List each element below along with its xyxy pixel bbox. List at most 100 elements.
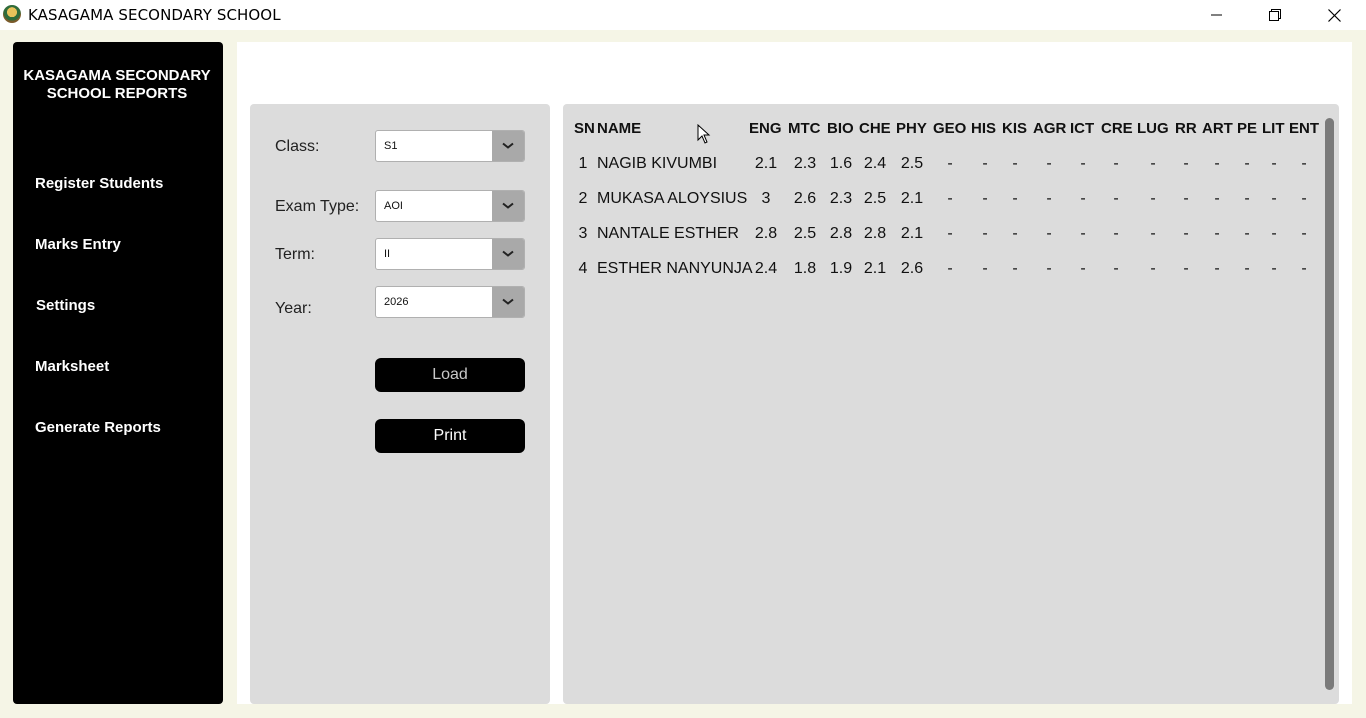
column-header-agr: AGR (1033, 120, 1067, 137)
close-icon (1327, 8, 1341, 22)
title-bar: KASAGAMA SECONDARY SCHOOL (0, 0, 1366, 30)
sidebar-item-marks-entry[interactable]: Marks Entry (35, 236, 121, 253)
mark-cell-eng[interactable]: 2.8 (755, 225, 777, 243)
load-button[interactable]: Load (375, 358, 525, 392)
mark-cell-pe[interactable]: - (1244, 225, 1249, 243)
mark-cell-che[interactable]: 2.4 (864, 155, 886, 173)
mark-cell-pe[interactable]: - (1244, 155, 1249, 173)
column-header-bio: BIO (827, 120, 854, 137)
student-name-cell[interactable]: MUKASA ALOYSIUS (597, 190, 747, 208)
mark-cell-art[interactable]: - (1214, 155, 1219, 173)
mark-cell-lit[interactable]: - (1271, 190, 1276, 208)
mark-cell-phy[interactable]: 2.1 (901, 190, 923, 208)
mark-cell-geo[interactable]: - (947, 190, 952, 208)
class-select[interactable]: S1 (375, 130, 525, 162)
mark-cell-ict[interactable]: - (1080, 225, 1085, 243)
exam-type-select[interactable]: AOI (375, 190, 525, 222)
sidebar-item-marksheet[interactable]: Marksheet (35, 358, 109, 375)
column-header-rr: RR (1175, 120, 1197, 137)
mark-cell-phy[interactable]: 2.5 (901, 155, 923, 173)
mark-cell-lug[interactable]: - (1150, 190, 1155, 208)
mark-cell-ent[interactable]: - (1301, 260, 1306, 278)
mark-cell-bio[interactable]: 1.6 (830, 155, 852, 173)
mark-cell-art[interactable]: - (1214, 190, 1219, 208)
mark-cell-mtc[interactable]: 2.3 (794, 155, 816, 173)
term-select[interactable]: II (375, 238, 525, 270)
restore-button[interactable] (1246, 0, 1304, 30)
mark-cell-lit[interactable]: - (1271, 260, 1276, 278)
mark-cell-bio[interactable]: 1.9 (830, 260, 852, 278)
sidebar-item-settings[interactable]: Settings (36, 297, 95, 314)
mark-cell-ent[interactable]: - (1301, 225, 1306, 243)
mark-cell-rr[interactable]: - (1183, 190, 1188, 208)
column-header-eng: ENG (749, 120, 782, 137)
mark-cell-his[interactable]: - (982, 190, 987, 208)
mark-cell-agr[interactable]: - (1046, 260, 1051, 278)
mark-cell-ent[interactable]: - (1301, 155, 1306, 173)
mark-cell-rr[interactable]: - (1183, 260, 1188, 278)
student-name-cell[interactable]: ESTHER NANYUNJA (597, 260, 753, 278)
mark-cell-lit[interactable]: - (1271, 155, 1276, 173)
window-title: KASAGAMA SECONDARY SCHOOL (28, 6, 281, 24)
mark-cell-pe[interactable]: - (1244, 190, 1249, 208)
mark-cell-lug[interactable]: - (1150, 225, 1155, 243)
mark-cell-kis[interactable]: - (1012, 260, 1017, 278)
mark-cell-lug[interactable]: - (1150, 260, 1155, 278)
mark-cell-kis[interactable]: - (1012, 190, 1017, 208)
chevron-down-icon[interactable] (492, 131, 524, 161)
mark-cell-che[interactable]: 2.1 (864, 260, 886, 278)
mark-cell-che[interactable]: 2.8 (864, 225, 886, 243)
print-button[interactable]: Print (375, 419, 525, 453)
year-select[interactable]: 2026 (375, 286, 525, 318)
mark-cell-bio[interactable]: 2.3 (830, 190, 852, 208)
mark-cell-pe[interactable]: - (1244, 260, 1249, 278)
mark-cell-cre[interactable]: - (1113, 225, 1118, 243)
mark-cell-ict[interactable]: - (1080, 260, 1085, 278)
mark-cell-his[interactable]: - (982, 260, 987, 278)
mark-cell-kis[interactable]: - (1012, 225, 1017, 243)
mark-cell-art[interactable]: - (1214, 260, 1219, 278)
sidebar-item-generate-reports[interactable]: Generate Reports (35, 419, 161, 436)
mark-cell-eng[interactable]: 2.1 (755, 155, 777, 173)
mark-cell-eng[interactable]: 3 (762, 190, 771, 208)
mark-cell-agr[interactable]: - (1046, 225, 1051, 243)
mark-cell-mtc[interactable]: 2.5 (794, 225, 816, 243)
mark-cell-kis[interactable]: - (1012, 155, 1017, 173)
mark-cell-che[interactable]: 2.5 (864, 190, 886, 208)
mark-cell-geo[interactable]: - (947, 225, 952, 243)
column-header-kis: KIS (1002, 120, 1028, 137)
chevron-down-icon[interactable] (492, 287, 524, 317)
vertical-scrollbar[interactable] (1325, 118, 1334, 690)
sidebar-item-register-students[interactable]: Register Students (35, 175, 163, 192)
mark-cell-eng[interactable]: 2.4 (755, 260, 777, 278)
mark-cell-mtc[interactable]: 1.8 (794, 260, 816, 278)
student-name-cell[interactable]: NAGIB KIVUMBI (597, 155, 717, 173)
chevron-down-icon[interactable] (492, 191, 524, 221)
mark-cell-his[interactable]: - (982, 225, 987, 243)
mark-cell-art[interactable]: - (1214, 225, 1219, 243)
mark-cell-rr[interactable]: - (1183, 225, 1188, 243)
mark-cell-ict[interactable]: - (1080, 155, 1085, 173)
mark-cell-rr[interactable]: - (1183, 155, 1188, 173)
mark-cell-ict[interactable]: - (1080, 190, 1085, 208)
mark-cell-bio[interactable]: 2.8 (830, 225, 852, 243)
mark-cell-lit[interactable]: - (1271, 225, 1276, 243)
mark-cell-phy[interactable]: 2.1 (901, 225, 923, 243)
mark-cell-geo[interactable]: - (947, 155, 952, 173)
row-serial-number: 2 (578, 190, 588, 207)
mark-cell-cre[interactable]: - (1113, 190, 1118, 208)
mark-cell-geo[interactable]: - (947, 260, 952, 278)
mark-cell-cre[interactable]: - (1113, 155, 1118, 173)
chevron-down-icon[interactable] (492, 239, 524, 269)
mark-cell-cre[interactable]: - (1113, 260, 1118, 278)
close-button[interactable] (1305, 0, 1363, 30)
mark-cell-phy[interactable]: 2.6 (901, 260, 923, 278)
mark-cell-ent[interactable]: - (1301, 190, 1306, 208)
mark-cell-agr[interactable]: - (1046, 190, 1051, 208)
mark-cell-lug[interactable]: - (1150, 155, 1155, 173)
mark-cell-his[interactable]: - (982, 155, 987, 173)
mark-cell-mtc[interactable]: 2.6 (794, 190, 816, 208)
minimize-button[interactable] (1188, 0, 1246, 30)
student-name-cell[interactable]: NANTALE ESTHER (597, 225, 739, 243)
mark-cell-agr[interactable]: - (1046, 155, 1051, 173)
